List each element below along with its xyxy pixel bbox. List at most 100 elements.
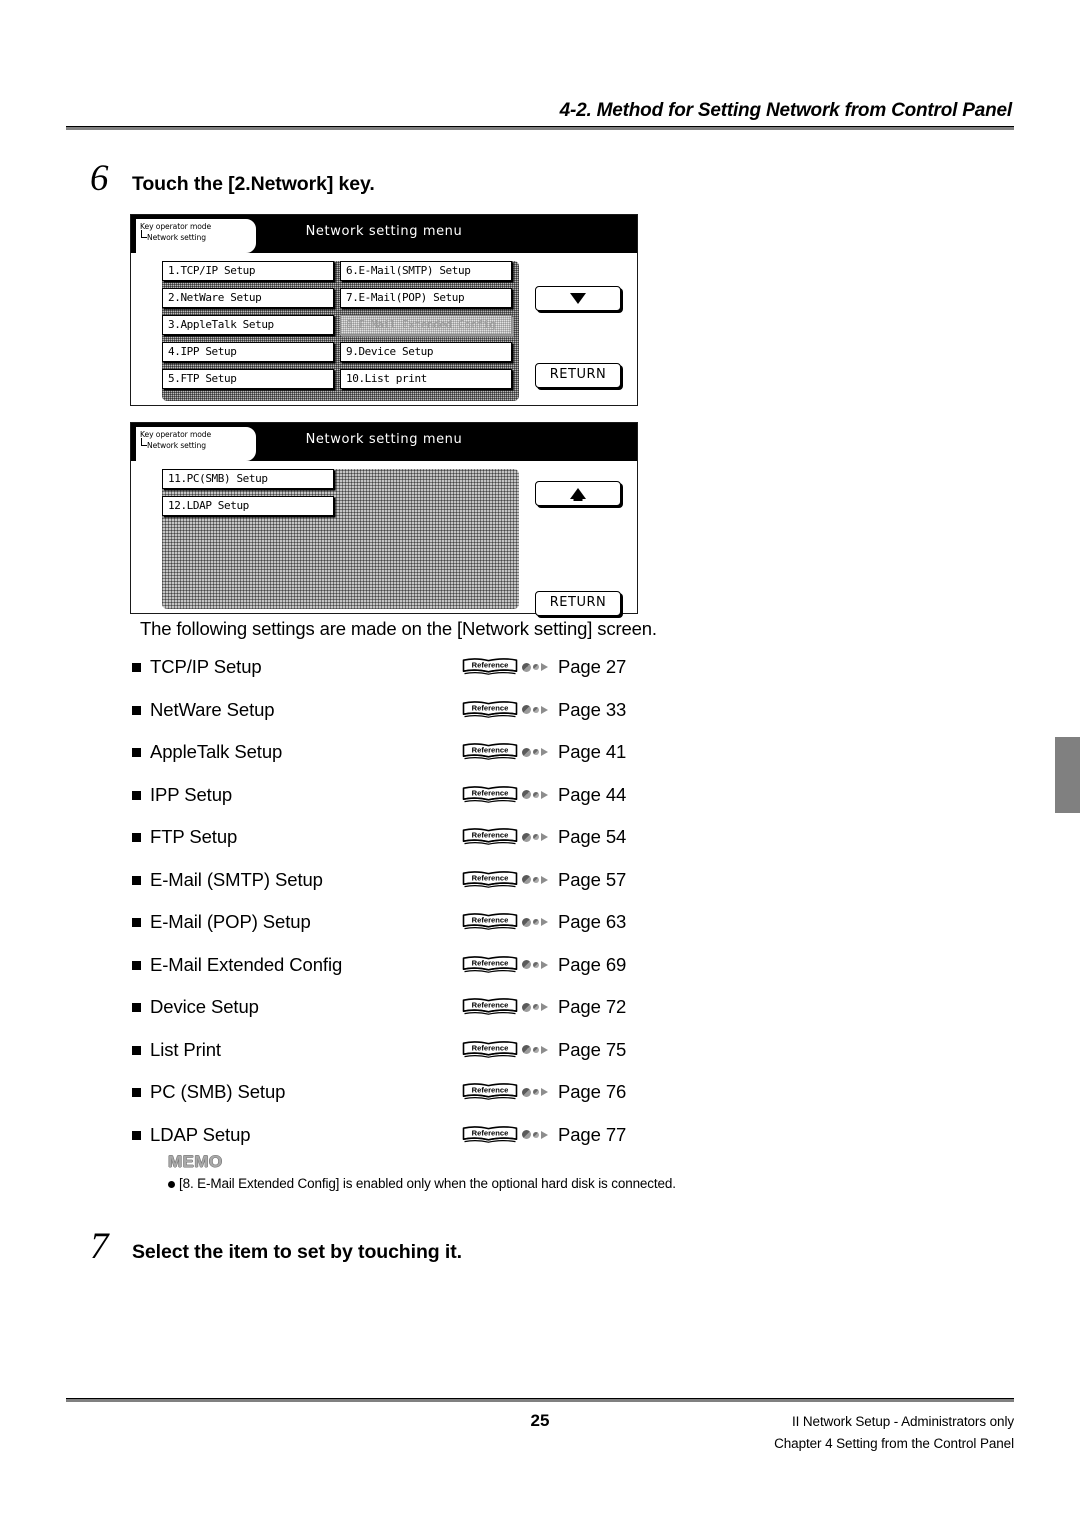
svg-text:Reference: Reference	[472, 1043, 509, 1052]
step-7-text: Select the item to set by touching it.	[132, 1241, 462, 1263]
memo-block: MEMO [8. E-Mail Extended Config] is enab…	[168, 1152, 888, 1191]
panel-2-scroll-up-button[interactable]	[535, 481, 621, 506]
dot-small-icon	[533, 791, 539, 798]
key-email-pop-setup[interactable]: 7.E-Mail(POP) Setup	[340, 288, 512, 308]
reference-row: AppleTalk Setup Reference Page 41	[130, 737, 690, 780]
key-email-extended-config: 8.E-Mail Extended Config	[340, 315, 512, 335]
reference-page-number: Page 33	[558, 698, 627, 720]
reference-dots-icon	[522, 1087, 548, 1097]
reference-dots-icon	[522, 705, 548, 714]
key-list-print[interactable]: 10.List print	[340, 369, 512, 389]
key-netware-setup[interactable]: 2.NetWare Setup	[162, 288, 334, 308]
reference-item-label: FTP Setup	[150, 826, 238, 847]
reference-item-label: E-Mail (POP) Setup	[150, 911, 311, 932]
panel-1-keys-left: 1.TCP/IP Setup 2.NetWare Setup 3.AppleTa…	[162, 261, 334, 389]
reference-icon: Reference	[462, 1040, 518, 1059]
panel-1-return-button[interactable]: RETURN	[535, 363, 621, 388]
reference-row: PC (SMB) Setup Reference Page 76	[130, 1077, 690, 1120]
reference-dots-icon	[522, 1045, 548, 1054]
square-bullet-icon	[132, 1003, 141, 1012]
panel-2-return-button[interactable]: RETURN	[535, 591, 621, 616]
reference-dots-icon	[522, 875, 548, 884]
svg-text:Reference: Reference	[472, 873, 509, 882]
reference-row: TCP/IP Setup Reference Page 27	[130, 652, 690, 695]
dot-large-icon	[522, 1002, 531, 1012]
running-head: 4-2. Method for Setting Network from Con…	[559, 100, 1013, 121]
reference-icon: Reference	[462, 785, 518, 804]
reference-row: Device Setup Reference Page 72	[130, 992, 690, 1035]
square-bullet-icon	[132, 960, 141, 970]
step-6: 6 Touch the [2.Network] key.	[90, 160, 375, 197]
reference-dots-icon	[522, 747, 548, 757]
footer-line-2: Chapter 4 Setting from the Control Panel	[774, 1436, 1014, 1451]
reference-item-label: NetWare Setup	[150, 698, 275, 720]
dot-small-icon	[533, 1131, 539, 1138]
panel-1-scroll-down-button[interactable]	[535, 286, 621, 311]
key-ftp-setup[interactable]: 5.FTP Setup	[162, 369, 334, 389]
square-bullet-icon	[132, 1130, 141, 1140]
dot-large-icon	[522, 1130, 531, 1139]
square-bullet-icon	[132, 790, 141, 800]
dot-small-icon	[533, 1046, 539, 1053]
triangle-right-icon	[541, 918, 548, 926]
svg-text:Reference: Reference	[472, 1085, 509, 1094]
dot-large-icon	[522, 1045, 531, 1054]
reference-item-label: AppleTalk Setup	[150, 741, 283, 762]
memo-item-text: [8. E-Mail Extended Config] is enabled o…	[179, 1176, 676, 1191]
reference-pointer: Reference Page 72	[462, 992, 626, 1022]
key-device-setup[interactable]: 9.Device Setup	[340, 342, 512, 362]
key-email-smtp-setup[interactable]: 6.E-Mail(SMTP) Setup	[340, 261, 512, 281]
svg-text:Reference: Reference	[472, 830, 509, 839]
reference-item-label: List Print	[150, 1038, 221, 1060]
triangle-right-icon	[541, 1003, 548, 1011]
reference-pointer: Reference Page 77	[462, 1120, 626, 1150]
panel-2-title: Network setting menu	[305, 432, 463, 447]
reference-book-icon: Reference	[462, 658, 518, 675]
reference-page-number: Page 44	[558, 783, 627, 805]
square-bullet-icon	[132, 663, 141, 672]
triangle-right-icon	[541, 790, 548, 799]
dot-large-icon	[522, 832, 531, 842]
dot-large-icon	[522, 705, 531, 714]
reference-item-label: Device Setup	[150, 996, 259, 1017]
key-ldap-setup[interactable]: 12.LDAP Setup	[162, 496, 334, 516]
dot-large-icon	[522, 917, 531, 927]
reference-book-icon: Reference	[462, 1040, 518, 1058]
reference-page-number: Page 54	[558, 826, 627, 847]
panel-1-title: Network setting menu	[305, 224, 463, 239]
reference-book-icon: Reference	[462, 828, 518, 845]
reference-page-number: Page 57	[558, 868, 627, 890]
key-pc-smb-setup[interactable]: 11.PC(SMB) Setup	[162, 469, 334, 489]
key-appletalk-setup[interactable]: 3.AppleTalk Setup	[162, 315, 334, 335]
intro-sentence: The following settings are made on the […	[140, 618, 657, 639]
panel-1-key-field: 1.TCP/IP Setup 2.NetWare Setup 3.AppleTa…	[162, 261, 519, 401]
panel-1-keys-right: 6.E-Mail(SMTP) Setup 7.E-Mail(POP) Setup…	[340, 261, 512, 389]
reference-page-number: Page 27	[558, 656, 627, 677]
dot-large-icon	[522, 960, 531, 969]
reference-book-icon: Reference	[462, 785, 518, 803]
reference-item-label: E-Mail Extended Config	[150, 953, 343, 975]
reference-page-number: Page 63	[558, 911, 627, 932]
key-ipp-setup[interactable]: 4.IPP Setup	[162, 342, 334, 362]
arrow-down-icon-stem	[573, 293, 583, 298]
reference-pointer: Reference Page 75	[462, 1035, 626, 1065]
reference-book-icon: Reference	[462, 743, 518, 760]
reference-list: TCP/IP Setup Reference Page 27 NetWare Setu…	[130, 652, 690, 1162]
touch-panel-screenshot-1: Key operator mode Network setting Networ…	[130, 214, 638, 406]
square-bullet-icon	[132, 1088, 141, 1097]
triangle-right-icon	[541, 1088, 548, 1096]
key-tcpip-setup[interactable]: 1.TCP/IP Setup	[162, 261, 334, 281]
dot-large-icon	[522, 747, 531, 757]
reference-book-icon: Reference	[462, 913, 518, 930]
footer-caption: II Network Setup - Administrators only C…	[774, 1411, 1014, 1455]
dot-small-icon	[533, 1004, 539, 1010]
memo-item: [8. E-Mail Extended Config] is enabled o…	[168, 1176, 888, 1191]
chapter-thumb-tab	[1055, 737, 1080, 813]
square-bullet-icon	[132, 1045, 141, 1055]
dot-small-icon	[533, 919, 539, 925]
triangle-right-icon	[541, 705, 548, 714]
reference-page-number: Page 77	[558, 1123, 627, 1145]
reference-book-icon: Reference	[462, 870, 518, 888]
reference-icon: Reference	[462, 743, 518, 761]
step-7: 7 Select the item to set by touching it.	[90, 1228, 462, 1265]
